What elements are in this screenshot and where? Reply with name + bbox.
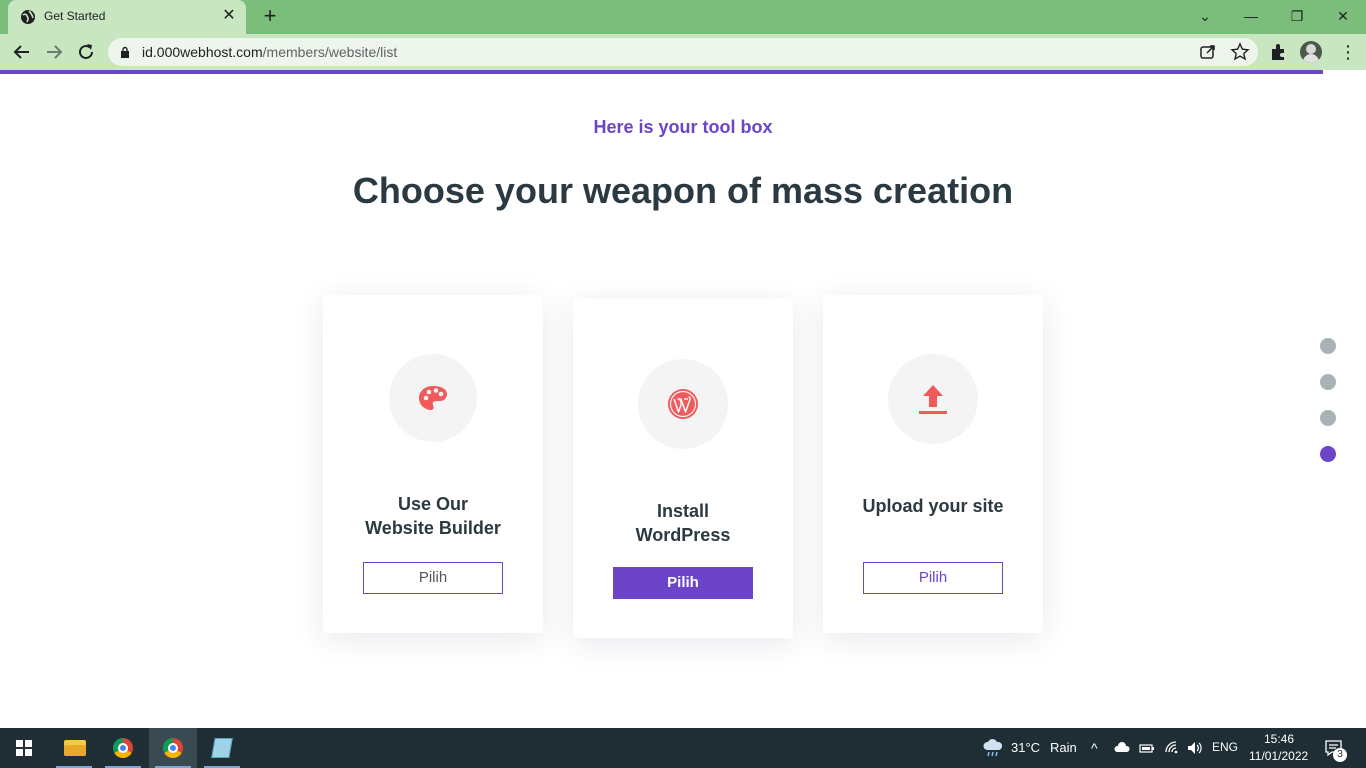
- notepad-icon[interactable]: [198, 728, 246, 768]
- close-tab-icon[interactable]: ✕: [220, 7, 238, 25]
- tab-title: Get Started: [44, 9, 106, 23]
- pager-dot-4-active[interactable]: [1320, 446, 1336, 462]
- clock-time[interactable]: 15:46: [1264, 732, 1294, 746]
- upload-site-pilih-button[interactable]: Pilih: [863, 562, 1003, 594]
- wordpress-card: Install WordPress Pilih: [573, 299, 793, 638]
- reload-icon[interactable]: [74, 40, 98, 64]
- loading-progress-bar: [0, 70, 1323, 74]
- battery-icon[interactable]: [1139, 740, 1155, 756]
- card-title: Install WordPress: [573, 499, 793, 547]
- bookmark-star-icon[interactable]: [1230, 42, 1250, 62]
- wordpress-icon: [668, 389, 698, 419]
- browser-tab-bar: Get Started ✕ + ⌄ — ❐ ✕: [0, 0, 1366, 34]
- card-title: Use Our Website Builder: [323, 492, 543, 540]
- browser-toolbar: id.000webhost.com/members/website/list ⋮: [0, 34, 1366, 70]
- volume-icon[interactable]: [1186, 740, 1202, 756]
- website-builder-card: Use Our Website Builder Pilih: [323, 295, 543, 633]
- new-tab-button[interactable]: +: [258, 5, 282, 29]
- share-icon[interactable]: [1198, 42, 1218, 62]
- page-title: Choose your weapon of mass creation: [352, 170, 1014, 211]
- card-title: Upload your site: [823, 494, 1043, 518]
- card-title-line1: Upload your site: [862, 496, 1004, 516]
- back-icon[interactable]: [10, 40, 34, 64]
- palette-icon: [419, 386, 447, 410]
- minimize-button[interactable]: —: [1236, 4, 1266, 28]
- website-builder-pilih-button[interactable]: Pilih: [363, 562, 503, 594]
- pager-dot-2[interactable]: [1320, 374, 1336, 390]
- tab-search-icon[interactable]: ⌄: [1190, 4, 1220, 28]
- lock-icon: [121, 46, 129, 58]
- restore-button[interactable]: ❐: [1282, 4, 1312, 28]
- card-title-line2: Website Builder: [365, 518, 501, 538]
- language-indicator[interactable]: ENG: [1212, 740, 1238, 754]
- forward-icon[interactable]: [42, 40, 66, 64]
- address-bar[interactable]: id.000webhost.com/members/website/list: [108, 38, 1258, 66]
- card-title-line1: Use Our: [397, 494, 469, 514]
- windows-start-icon[interactable]: [0, 728, 48, 768]
- onedrive-cloud-icon[interactable]: [1114, 740, 1130, 756]
- card-title-line1: Install: [656, 501, 709, 521]
- url-text: id.000webhost.com/members/website/list: [142, 44, 397, 60]
- browser-tab[interactable]: Get Started ✕: [8, 0, 246, 34]
- icon-circle: [638, 359, 728, 449]
- url-host: id.000webhost.com: [142, 44, 263, 60]
- weather-rain-icon[interactable]: [982, 738, 1004, 758]
- eyebrow-text: Here is your tool box: [593, 117, 773, 137]
- chrome-profile-icon[interactable]: [149, 728, 197, 768]
- upload-site-card: Upload your site Pilih: [823, 295, 1043, 633]
- icon-circle: [389, 354, 477, 442]
- clock-date[interactable]: 11/01/2022: [1249, 749, 1308, 763]
- chrome-icon[interactable]: [99, 728, 147, 768]
- show-hidden-icons-icon[interactable]: ^: [1091, 740, 1107, 756]
- windows-taskbar: 31°C Rain ^ ENG 15:46 11/01/2022 3: [0, 728, 1366, 768]
- pager-dot-3[interactable]: [1320, 410, 1336, 426]
- file-explorer-icon[interactable]: [50, 728, 98, 768]
- wifi-icon[interactable]: [1164, 740, 1180, 756]
- extensions-icon[interactable]: [1268, 41, 1290, 63]
- weather-desc[interactable]: Rain: [1050, 740, 1077, 755]
- wordpress-pilih-button[interactable]: Pilih: [613, 567, 753, 599]
- icon-circle: [888, 354, 978, 444]
- close-window-button[interactable]: ✕: [1328, 4, 1358, 28]
- menu-kebab-icon[interactable]: ⋮: [1338, 41, 1358, 63]
- profile-avatar[interactable]: [1300, 41, 1322, 63]
- globe-icon: [21, 10, 35, 24]
- pager-dot-1[interactable]: [1320, 338, 1336, 354]
- card-title-line2: WordPress: [635, 525, 731, 545]
- notification-count-badge: 3: [1333, 748, 1347, 762]
- upload-icon: [919, 385, 947, 414]
- url-path: /members/website/list: [262, 44, 398, 60]
- weather-temp[interactable]: 31°C: [1011, 740, 1040, 755]
